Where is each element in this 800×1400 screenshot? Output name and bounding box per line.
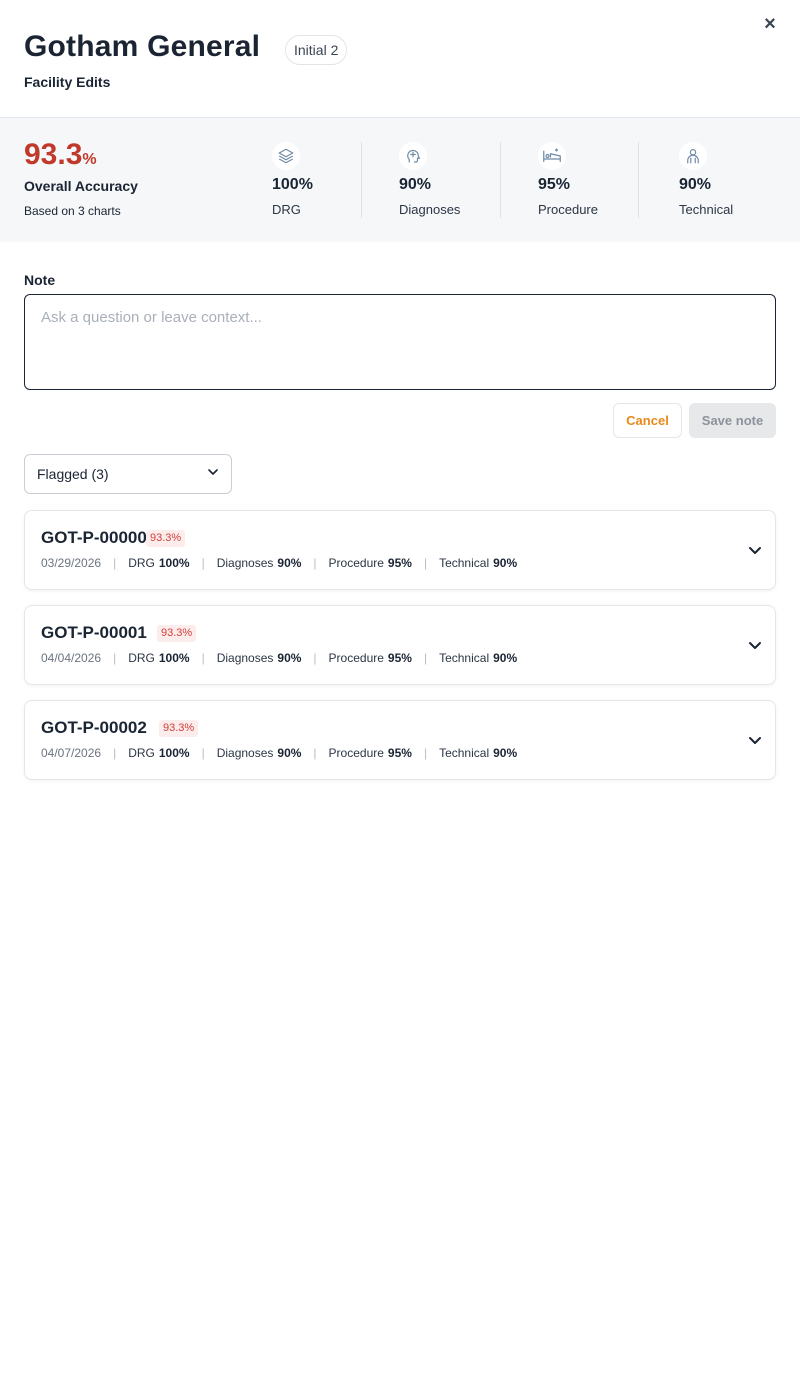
chart-drg-value: 100% bbox=[158, 651, 190, 665]
chart-drg-label: DRG bbox=[128, 651, 155, 665]
metric-drg: 100% DRG bbox=[272, 142, 392, 218]
chart-technical-value: 90% bbox=[493, 651, 518, 665]
chart-metrics-row: 03/29/2026 | DRG 100% | Diagnoses 90% | Pr… bbox=[41, 556, 518, 570]
chart-accuracy-badge: 93.3% bbox=[159, 720, 199, 737]
chart-procedure-label: Procedure bbox=[328, 651, 384, 665]
overall-accuracy-number: 93.3 bbox=[24, 138, 83, 171]
chart-date: 04/04/2026 bbox=[41, 651, 102, 665]
chevron-down-icon[interactable] bbox=[747, 542, 763, 558]
chevron-down-icon[interactable] bbox=[747, 732, 763, 748]
chevron-down-icon[interactable] bbox=[747, 637, 763, 653]
chart-drg-label: DRG bbox=[128, 746, 155, 760]
chart-technical-label: Technical bbox=[439, 556, 490, 570]
chart-diagnoses-label: Diagnoses bbox=[216, 746, 274, 760]
metric-label: Diagnoses bbox=[399, 202, 461, 217]
chart-technical-label: Technical bbox=[439, 651, 490, 665]
chart-accuracy-badge: 93.3% bbox=[157, 625, 197, 642]
metric-procedure: 95% Procedure bbox=[538, 142, 658, 218]
head-medical-icon bbox=[399, 142, 427, 170]
flag-filter-value: Flagged (3) bbox=[37, 466, 109, 482]
chart-procedure-value: 95% bbox=[387, 556, 412, 570]
flag-filter-select[interactable]: Flagged (3) bbox=[24, 454, 232, 494]
modal-header: Gotham General Initial 2 Facility Edits … bbox=[0, 0, 800, 118]
chart-technical-value: 90% bbox=[493, 556, 518, 570]
chart-drg-value: 100% bbox=[158, 746, 190, 760]
chart-metrics-row: 04/07/2026 | DRG 100% | Diagnoses 90% | Pr… bbox=[41, 746, 518, 760]
note-label: Note bbox=[24, 272, 56, 288]
based-on-charts: Based on 3 charts bbox=[24, 204, 121, 218]
layers-icon bbox=[272, 142, 300, 170]
save-note-button[interactable]: Save note bbox=[689, 403, 776, 438]
chart-technical-label: Technical bbox=[439, 746, 490, 760]
chart-card[interactable]: GOT-P-00001 93.3% 04/04/2026 | DRG 100% |… bbox=[24, 605, 776, 685]
chart-drg-label: DRG bbox=[128, 556, 155, 570]
metric-label: Procedure bbox=[538, 202, 598, 217]
chart-accuracy-badge: 93.3% bbox=[146, 530, 186, 547]
accuracy-summary: 93.3% Overall Accuracy Based on 3 charts… bbox=[0, 118, 800, 242]
metric-value: 95% bbox=[538, 176, 571, 193]
metric-value: 100% bbox=[272, 176, 313, 193]
chart-id: GOT-P-00002 bbox=[41, 718, 147, 737]
overall-accuracy-label: Overall Accuracy bbox=[24, 178, 138, 194]
chart-card[interactable]: GOT-P-00002 93.3% 04/07/2026 | DRG 100% |… bbox=[24, 700, 776, 780]
note-textarea[interactable] bbox=[24, 294, 776, 390]
chart-id: GOT-P-00000 bbox=[41, 528, 147, 547]
chart-id: GOT-P-00001 bbox=[41, 623, 147, 642]
chart-procedure-value: 95% bbox=[387, 746, 412, 760]
page-subtitle: Facility Edits bbox=[24, 74, 111, 90]
metric-label: DRG bbox=[272, 202, 301, 217]
review-round-badge: Initial 2 bbox=[285, 35, 348, 65]
close-icon[interactable]: × bbox=[760, 14, 780, 34]
chart-date: 03/29/2026 bbox=[41, 556, 102, 570]
facility-title: Gotham General bbox=[24, 30, 261, 63]
chart-procedure-label: Procedure bbox=[328, 746, 384, 760]
chart-date: 04/07/2026 bbox=[41, 746, 102, 760]
chart-procedure-label: Procedure bbox=[328, 556, 384, 570]
metric-value: 90% bbox=[399, 176, 432, 193]
metric-divider bbox=[361, 142, 362, 218]
chart-procedure-value: 95% bbox=[387, 651, 412, 665]
chart-diagnoses-label: Diagnoses bbox=[216, 556, 274, 570]
hospital-bed-icon bbox=[538, 142, 566, 170]
chart-diagnoses-value: 90% bbox=[277, 651, 302, 665]
cancel-button[interactable]: Cancel bbox=[613, 403, 682, 438]
chart-diagnoses-value: 90% bbox=[277, 556, 302, 570]
metric-value: 90% bbox=[679, 176, 712, 193]
metric-label: Technical bbox=[679, 202, 734, 217]
metric-divider bbox=[500, 142, 501, 218]
overall-accuracy-unit: % bbox=[82, 151, 97, 168]
chart-technical-value: 90% bbox=[493, 746, 518, 760]
chart-drg-value: 100% bbox=[158, 556, 190, 570]
chart-card[interactable]: GOT-P-00000 93.3% 03/29/2026 | DRG 100% |… bbox=[24, 510, 776, 590]
chart-metrics-row: 04/04/2026 | DRG 100% | Diagnoses 90% | Pr… bbox=[41, 651, 518, 665]
metric-diagnoses: 90% Diagnoses bbox=[399, 142, 519, 218]
overall-accuracy-value: 93.3% bbox=[24, 138, 97, 172]
chart-diagnoses-label: Diagnoses bbox=[216, 651, 274, 665]
chevron-down-icon bbox=[207, 465, 219, 483]
metric-divider bbox=[638, 142, 639, 218]
person-icon bbox=[679, 142, 707, 170]
chart-diagnoses-value: 90% bbox=[277, 746, 302, 760]
metric-technical: 90% Technical bbox=[679, 142, 799, 218]
